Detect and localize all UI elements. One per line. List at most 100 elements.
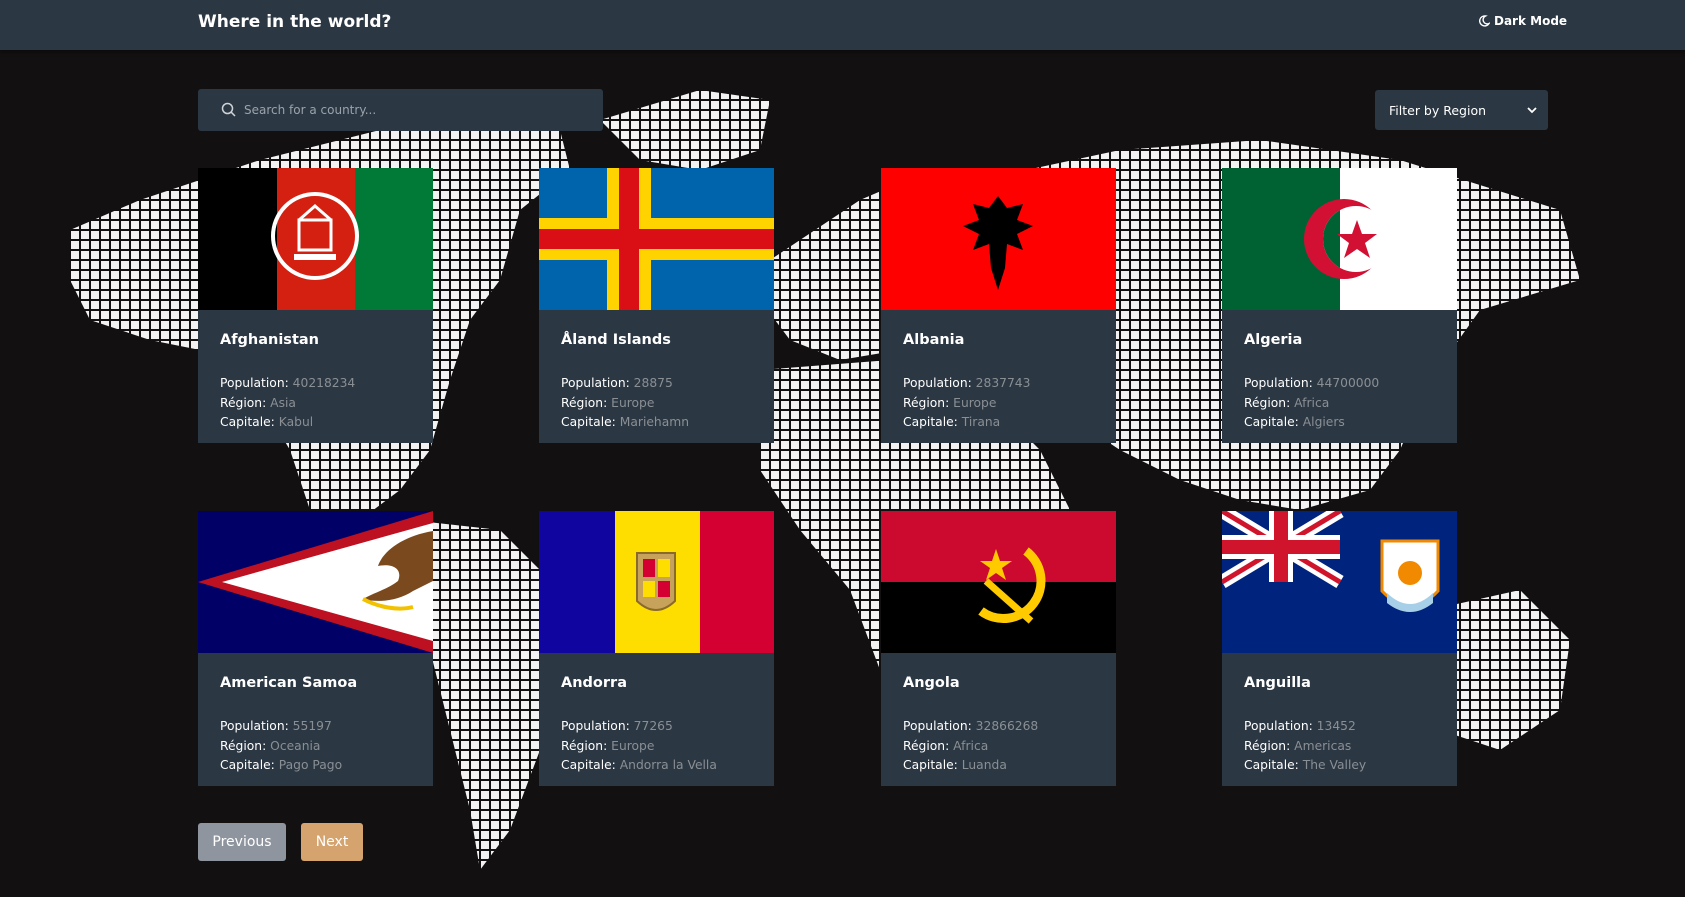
region-label: Région: xyxy=(220,738,267,753)
search-input[interactable] xyxy=(244,89,594,131)
country-name: Andorra xyxy=(561,675,627,691)
region-value: Asia xyxy=(270,395,296,410)
country-name: Algeria xyxy=(1244,332,1303,348)
population-label: Population: xyxy=(903,376,972,390)
capital-row: Capitale: Tirana xyxy=(903,413,1094,433)
capital-row: Capitale: Andorra la Vella xyxy=(561,756,752,776)
capital-label: Capitale: xyxy=(220,758,275,772)
population-value: 55197 xyxy=(292,719,332,733)
capital-value: Mariehamn xyxy=(619,415,690,429)
capital-row: Capitale: Pago Pago xyxy=(220,756,411,776)
region-row: Région: Europe xyxy=(561,737,752,757)
dark-mode-toggle[interactable]: Dark Mode xyxy=(1478,14,1567,28)
flag-andorra xyxy=(539,511,774,653)
top-header: Where in the world? Dark Mode xyxy=(0,0,1685,50)
region-value: Africa xyxy=(953,738,989,753)
country-card[interactable]: Andorra Population: 77265 Région: Europe… xyxy=(539,511,774,786)
region-value: Oceania xyxy=(270,738,321,753)
population-row: Population: 28875 xyxy=(561,374,752,394)
country-card[interactable]: American Samoa Population: 55197 Région:… xyxy=(198,511,433,786)
population-value: 28875 xyxy=(633,376,673,390)
region-row: Région: Oceania xyxy=(220,737,411,757)
country-name: Angola xyxy=(903,675,960,691)
country-name: Albania xyxy=(903,332,965,348)
moon-icon xyxy=(1478,15,1490,27)
population-label: Population: xyxy=(903,719,972,733)
capital-row: Capitale: Luanda xyxy=(903,756,1094,776)
population-row: Population: 32866268 xyxy=(903,717,1094,737)
capital-row: Capitale: Mariehamn xyxy=(561,413,752,433)
region-row: Région: Europe xyxy=(561,394,752,414)
country-name: Anguilla xyxy=(1244,675,1311,691)
site-title: Where in the world? xyxy=(198,12,392,32)
population-value: 44700000 xyxy=(1316,376,1380,390)
capital-value: Pago Pago xyxy=(278,758,343,772)
capital-row: Capitale: Kabul xyxy=(220,413,411,433)
region-label: Région: xyxy=(561,395,608,410)
population-label: Population: xyxy=(1244,719,1313,733)
country-card[interactable]: Åland Islands Population: 28875 Région: … xyxy=(539,168,774,443)
country-card[interactable]: Algeria Population: 44700000 Région: Afr… xyxy=(1222,168,1457,443)
region-value: Europe xyxy=(611,738,655,753)
flag-albania xyxy=(881,168,1116,310)
capital-value: The Valley xyxy=(1302,758,1367,772)
population-label: Population: xyxy=(220,376,289,390)
capital-value: Algiers xyxy=(1302,415,1345,429)
population-row: Population: 44700000 xyxy=(1244,374,1435,394)
search-box[interactable] xyxy=(198,89,603,131)
country-name: Afghanistan xyxy=(220,332,319,348)
population-label: Population: xyxy=(561,719,630,733)
population-label: Population: xyxy=(1244,376,1313,390)
chevron-down-icon xyxy=(1526,104,1538,116)
country-card[interactable]: Anguilla Population: 13452 Région: Ameri… xyxy=(1222,511,1457,786)
population-value: 2837743 xyxy=(975,376,1031,390)
capital-label: Capitale: xyxy=(561,415,616,429)
region-label: Région: xyxy=(1244,395,1291,410)
region-row: Région: Africa xyxy=(903,737,1094,757)
population-value: 77265 xyxy=(633,719,673,733)
population-row: Population: 40218234 xyxy=(220,374,411,394)
region-label: Région: xyxy=(903,738,950,753)
region-filter-label: Filter by Region xyxy=(1389,102,1487,118)
region-label: Région: xyxy=(903,395,950,410)
dark-mode-label: Dark Mode xyxy=(1494,14,1568,28)
population-row: Population: 77265 xyxy=(561,717,752,737)
flag-anguilla xyxy=(1222,511,1457,653)
region-value: Africa xyxy=(1294,395,1330,410)
previous-button[interactable]: Previous xyxy=(198,823,286,861)
flag-aland xyxy=(539,168,774,310)
population-row: Population: 55197 xyxy=(220,717,411,737)
capital-label: Capitale: xyxy=(903,758,958,772)
population-value: 13452 xyxy=(1316,719,1356,733)
capital-label: Capitale: xyxy=(903,415,958,429)
capital-label: Capitale: xyxy=(1244,415,1299,429)
flag-algeria xyxy=(1222,168,1457,310)
capital-value: Andorra la Vella xyxy=(619,758,717,772)
region-label: Région: xyxy=(561,738,608,753)
country-card[interactable]: Angola Population: 32866268 Région: Afri… xyxy=(881,511,1116,786)
country-name: American Samoa xyxy=(220,675,358,691)
population-value: 40218234 xyxy=(292,376,356,390)
region-row: Région: Europe xyxy=(903,394,1094,414)
flag-american-samoa xyxy=(198,511,433,653)
next-button[interactable]: Next xyxy=(301,823,363,861)
flag-angola xyxy=(881,511,1116,653)
capital-label: Capitale: xyxy=(561,758,616,772)
population-row: Population: 13452 xyxy=(1244,717,1435,737)
region-value: Europe xyxy=(611,395,655,410)
country-card[interactable]: Afghanistan Population: 40218234 Région:… xyxy=(198,168,433,443)
region-row: Région: Americas xyxy=(1244,737,1435,757)
population-value: 32866268 xyxy=(975,719,1039,733)
region-filter-select[interactable]: Filter by Region xyxy=(1375,90,1548,130)
flag-afghanistan xyxy=(198,168,433,310)
country-name: Åland Islands xyxy=(561,332,671,348)
region-value: Europe xyxy=(953,395,997,410)
country-card[interactable]: Albania Population: 2837743 Région: Euro… xyxy=(881,168,1116,443)
population-label: Population: xyxy=(220,719,289,733)
capital-row: Capitale: The Valley xyxy=(1244,756,1435,776)
population-label: Population: xyxy=(561,376,630,390)
region-value: Americas xyxy=(1294,738,1352,753)
region-label: Région: xyxy=(220,395,267,410)
capital-value: Tirana xyxy=(961,415,1001,429)
region-label: Région: xyxy=(1244,738,1291,753)
